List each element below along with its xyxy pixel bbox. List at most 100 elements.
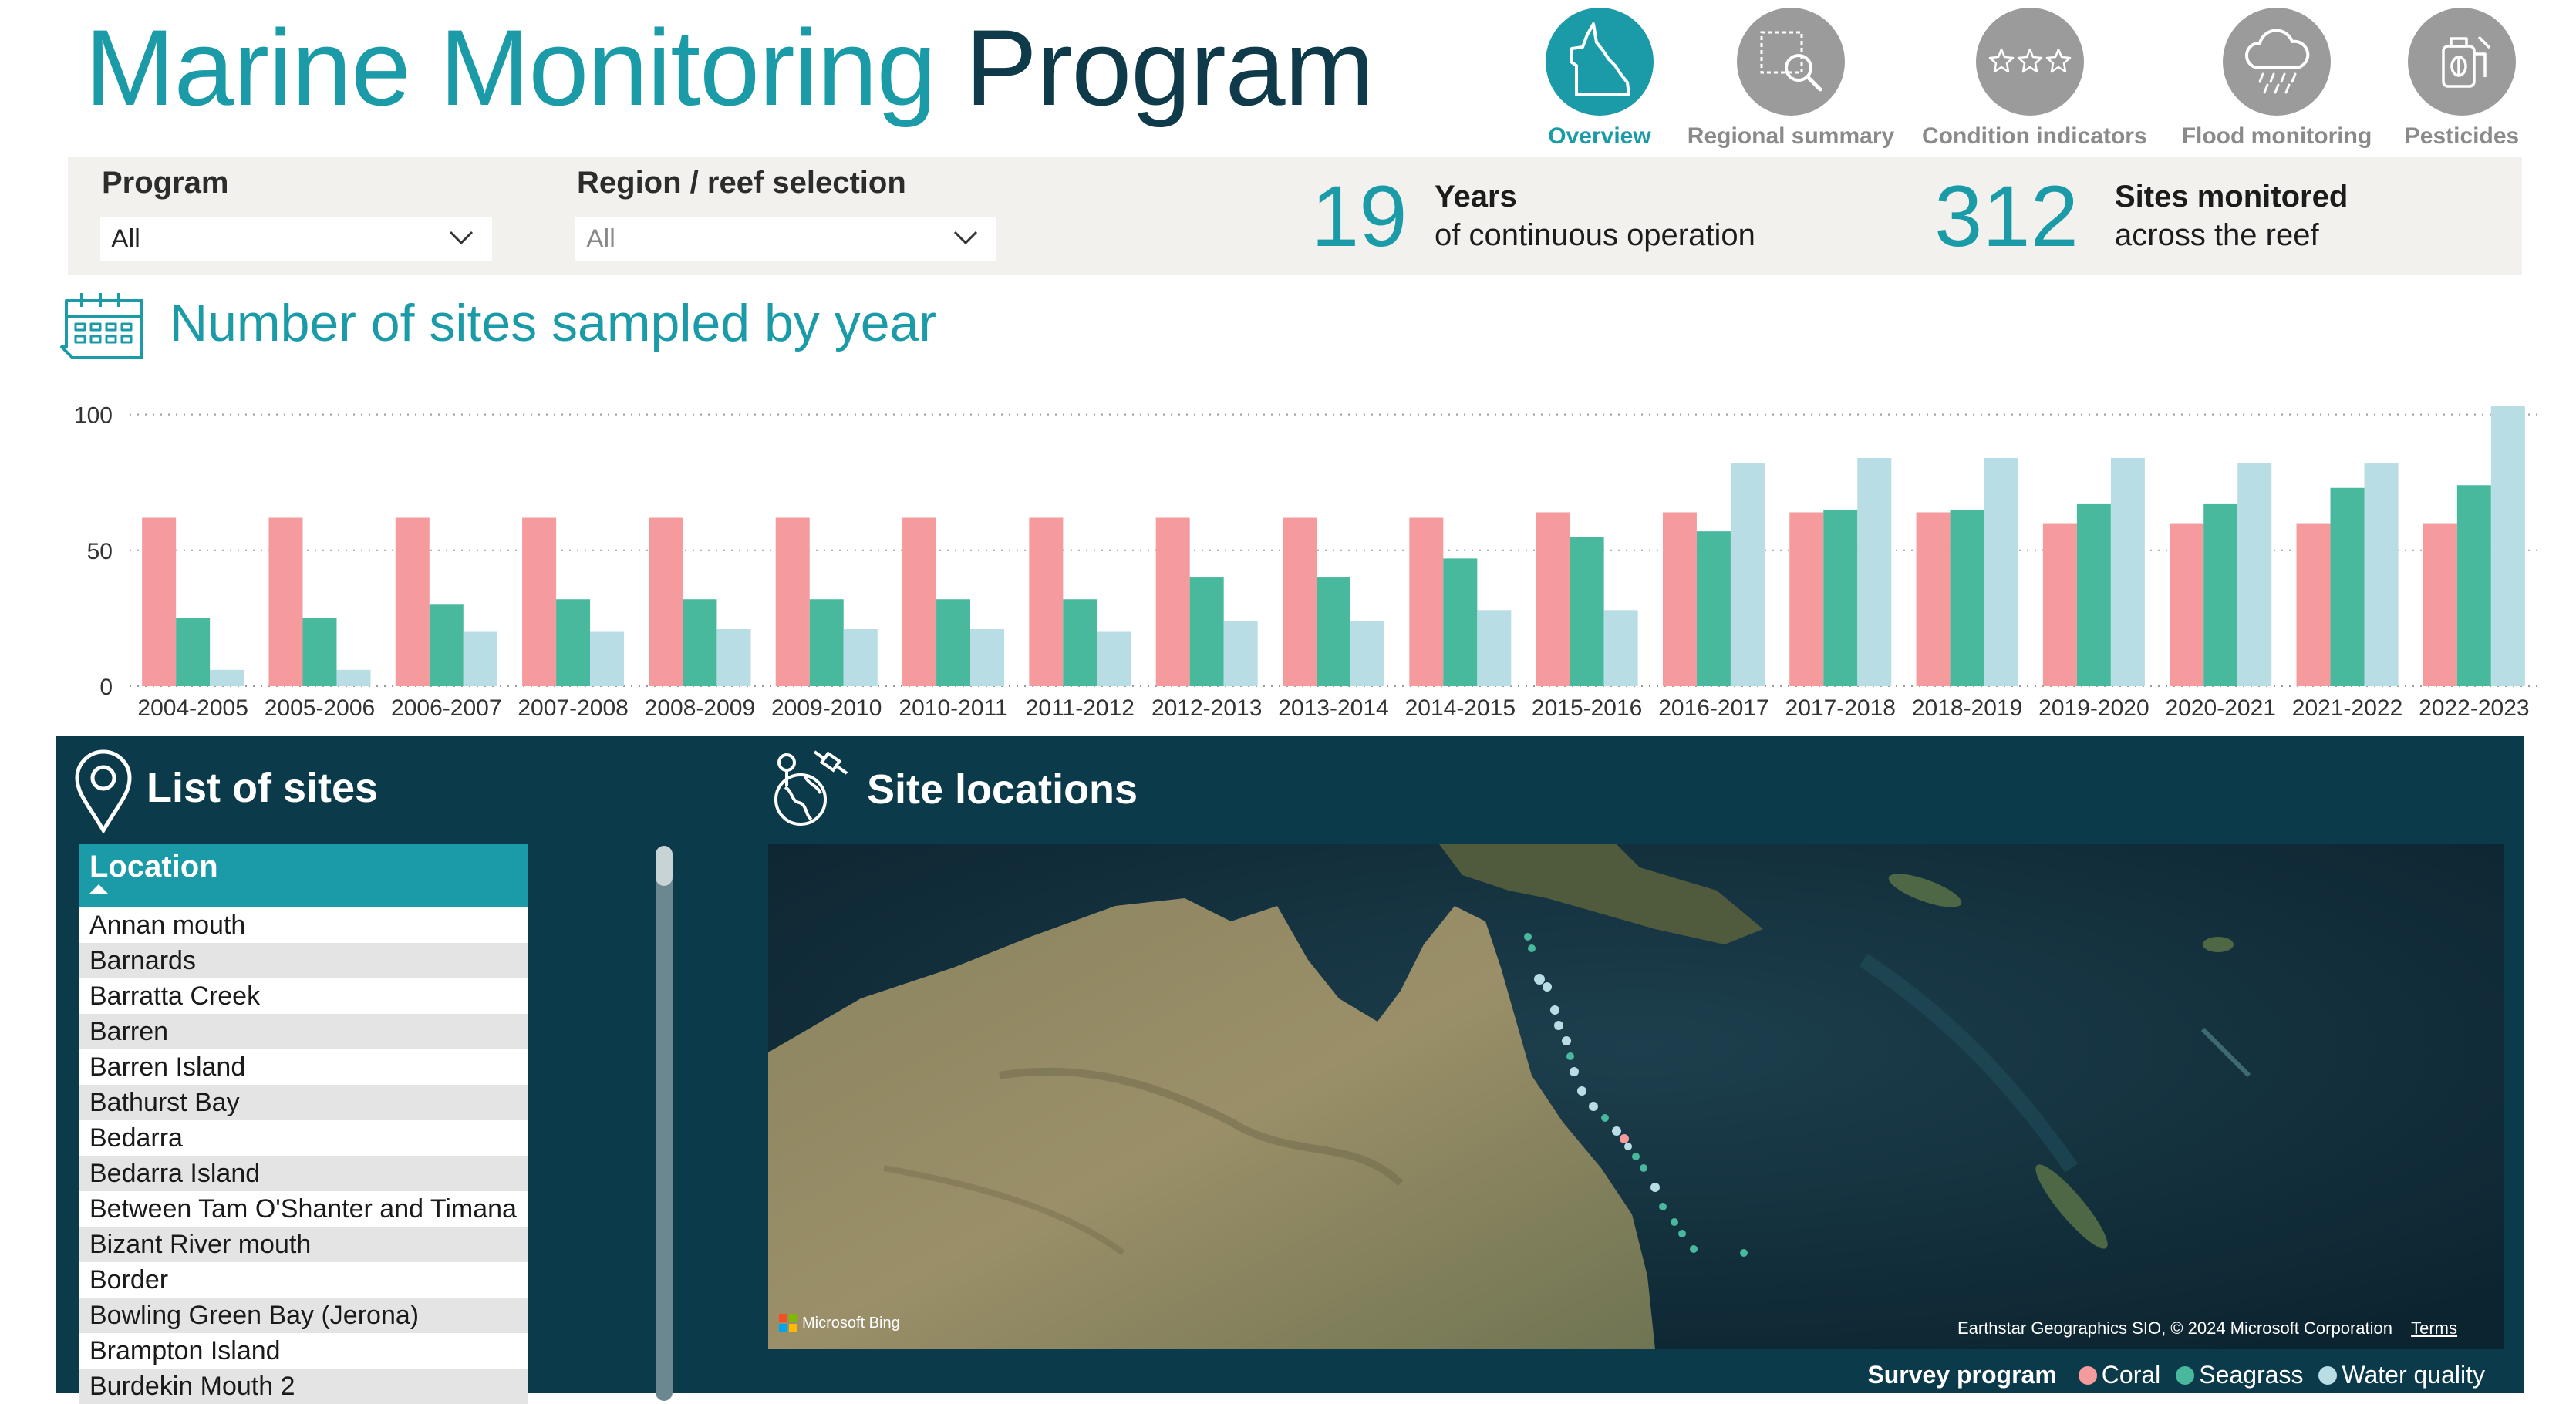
bar-coral[interactable] [1536, 512, 1570, 686]
scrollbar-thumb[interactable] [656, 846, 673, 886]
table-row[interactable]: Bedarra [79, 1120, 528, 1156]
bar-coral[interactable] [522, 517, 557, 686]
site-map[interactable]: Microsoft Bing Earthstar Geographics SIO… [768, 844, 2504, 1349]
bar-coral[interactable] [649, 517, 683, 686]
table-row[interactable]: Brampton Island [79, 1333, 528, 1369]
bar-seagrass[interactable] [1950, 509, 1984, 686]
bar-coral[interactable] [775, 517, 810, 686]
bar-coral[interactable] [142, 517, 177, 686]
bar-seagrass[interactable] [1696, 531, 1731, 686]
nav-pesticides[interactable]: Pesticides [2354, 8, 2570, 150]
table-row[interactable]: Bowling Green Bay (Jerona) [79, 1298, 528, 1333]
bar-water-quality[interactable] [210, 669, 244, 686]
nav-regional-summary[interactable]: Regional summary [1683, 8, 1899, 150]
bar-seagrass[interactable] [1317, 577, 1350, 686]
bar-water-quality[interactable] [1223, 621, 1258, 686]
bar-seagrass[interactable] [176, 618, 211, 686]
legend-item-coral[interactable]: Coral [2078, 1361, 2160, 1389]
bar-coral[interactable] [902, 517, 937, 686]
bar-coral[interactable] [1283, 517, 1317, 686]
bar-water-quality[interactable] [1730, 463, 1765, 686]
table-row[interactable]: Barnards [79, 943, 528, 978]
table-row[interactable]: Bedarra Island [79, 1156, 528, 1191]
table-row[interactable]: Between Tam O'Shanter and Timana [79, 1191, 528, 1227]
bar-coral[interactable] [2170, 523, 2204, 686]
terms-link[interactable]: Terms [2411, 1318, 2457, 1338]
bar-seagrass[interactable] [302, 618, 337, 686]
bar-coral[interactable] [395, 517, 430, 686]
bar-water-quality[interactable] [1857, 458, 1892, 686]
nav-condition-indicators[interactable]: Condition indicators [1922, 8, 2147, 150]
bar-coral[interactable] [2042, 523, 2077, 686]
y-tick-label: 100 [74, 403, 113, 429]
bar-coral[interactable] [1789, 512, 1824, 686]
x-tick-label: 2018-2019 [1912, 695, 2022, 721]
bar-seagrass[interactable] [2203, 503, 2238, 686]
bar-coral[interactable] [2423, 523, 2457, 686]
location-column-header[interactable]: Location [79, 844, 528, 907]
bar-water-quality[interactable] [1603, 610, 1638, 686]
stars-icon [1976, 8, 2084, 116]
table-row[interactable]: Barren [79, 1014, 528, 1049]
program-value: All [111, 224, 140, 254]
bar-seagrass[interactable] [1189, 577, 1224, 686]
nav-label: Flood monitoring [2181, 123, 2372, 149]
y-tick-label: 0 [99, 675, 113, 700]
nav-overview[interactable]: Overview [1492, 8, 1708, 150]
x-tick-label: 2014-2015 [1405, 695, 1516, 721]
table-row[interactable]: Border [79, 1262, 528, 1298]
program-select[interactable]: All [100, 217, 492, 261]
bar-seagrass[interactable] [556, 599, 591, 686]
bar-seagrass[interactable] [1443, 558, 1478, 686]
table-row[interactable]: Annan mouth [79, 907, 528, 943]
bar-coral[interactable] [1916, 512, 1951, 686]
bar-seagrass[interactable] [936, 599, 971, 686]
bar-water-quality[interactable] [2364, 463, 2399, 686]
bar-coral[interactable] [1029, 517, 1064, 686]
bar-seagrass[interactable] [2330, 487, 2365, 686]
bar-water-quality[interactable] [1097, 631, 1131, 686]
table-row[interactable]: Bizant River mouth [79, 1227, 528, 1262]
scrollbar-track[interactable] [656, 846, 673, 1401]
bar-water-quality[interactable] [463, 631, 497, 686]
bar-water-quality[interactable] [1477, 610, 1512, 686]
table-row[interactable]: Burdekin Mouth 2 [79, 1369, 528, 1404]
table-row[interactable]: Bathurst Bay [79, 1085, 528, 1120]
region-select[interactable]: All [575, 217, 996, 261]
bing-logo: Microsoft Bing [779, 1314, 900, 1332]
x-tick-label: 2004-2005 [137, 695, 248, 721]
bar-seagrass[interactable] [2456, 485, 2491, 686]
bar-water-quality[interactable] [970, 629, 1005, 686]
bar-water-quality[interactable] [2110, 458, 2145, 686]
bar-water-quality[interactable] [843, 629, 878, 686]
bar-seagrass[interactable] [1823, 509, 1858, 686]
bar-seagrass[interactable] [809, 599, 844, 686]
table-row[interactable]: Barren Island [79, 1049, 528, 1085]
bar-coral[interactable] [1409, 517, 1444, 686]
bar-seagrass[interactable] [1570, 537, 1604, 686]
bar-seagrass[interactable] [683, 599, 717, 686]
bar-water-quality[interactable] [1984, 458, 2018, 686]
bar-water-quality[interactable] [716, 629, 751, 686]
bar-water-quality[interactable] [2490, 406, 2525, 686]
bar-coral[interactable] [1662, 512, 1697, 686]
bar-seagrass[interactable] [429, 604, 464, 686]
bar-water-quality[interactable] [336, 669, 371, 686]
bar-coral[interactable] [268, 517, 303, 686]
bar-seagrass[interactable] [1063, 599, 1097, 686]
legend-item-seagrass[interactable]: Seagrass [2176, 1361, 2303, 1389]
bar-coral[interactable] [2296, 523, 2331, 686]
nav-flood-monitoring[interactable]: Flood monitoring [2169, 8, 2385, 150]
sort-ascending-icon [89, 884, 108, 894]
bar-seagrass[interactable] [2076, 503, 2111, 686]
seagrass-dot [2176, 1365, 2195, 1385]
kpi-sites-sublabel: across the reef [2115, 218, 2319, 252]
bar-coral[interactable] [1155, 517, 1190, 686]
bar-water-quality[interactable] [1350, 621, 1384, 686]
x-tick-label: 2022-2023 [2419, 695, 2529, 721]
bar-water-quality[interactable] [2237, 463, 2272, 686]
table-row[interactable]: Barratta Creek [79, 978, 528, 1014]
bar-water-quality[interactable] [590, 631, 625, 686]
legend-item-water-quality[interactable]: Water quality [2318, 1361, 2485, 1389]
sites-panel-title: List of sites [147, 765, 379, 811]
